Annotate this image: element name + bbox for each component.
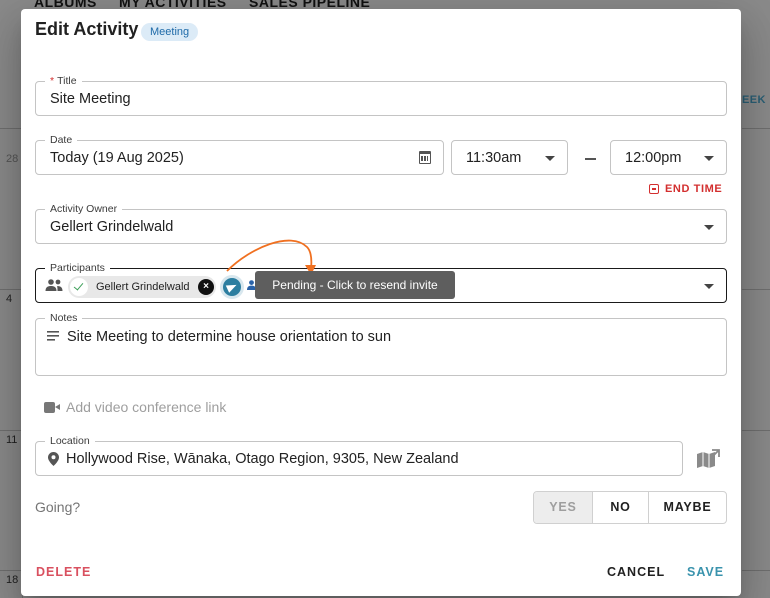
- title-field-value[interactable]: Site Meeting: [50, 91, 131, 107]
- video-camera-icon: [44, 401, 60, 413]
- date-field[interactable]: Date Today (19 Aug 2025): [35, 134, 444, 175]
- video-link-label: Add video conference link: [66, 399, 227, 415]
- dialog-title: Edit Activity: [35, 19, 139, 39]
- start-time-value[interactable]: 11:30am: [466, 150, 521, 166]
- open-map-icon[interactable]: [697, 449, 721, 469]
- end-time-value[interactable]: 12:00pm: [625, 150, 681, 166]
- title-field-label: * Title: [45, 75, 82, 87]
- end-time-label: END TIME: [665, 183, 723, 195]
- bg-day-number: 18: [6, 574, 19, 586]
- remove-end-time-button[interactable]: END TIME: [649, 183, 722, 195]
- location-pin-icon: [48, 452, 59, 466]
- bg-calendar-gridline: [0, 570, 22, 571]
- participant-chip[interactable]: Gellert Grindelwald ×: [68, 276, 216, 298]
- participant-name: Gellert Grindelwald: [96, 281, 190, 293]
- calendar-icon[interactable]: [419, 151, 431, 164]
- rsvp-yes-button[interactable]: YES: [534, 492, 592, 523]
- people-icon: [45, 279, 63, 291]
- start-time-select[interactable]: 11:30am: [451, 140, 568, 175]
- date-field-label: Date: [45, 134, 78, 146]
- chevron-down-icon[interactable]: [545, 156, 555, 161]
- chevron-down-icon[interactable]: [704, 156, 714, 161]
- notes-icon: [47, 331, 59, 341]
- going-label: Going?: [35, 499, 81, 515]
- cancel-button[interactable]: CANCEL: [607, 565, 665, 579]
- time-range-dash: [585, 158, 596, 160]
- edit-activity-dialog: Edit Activity Meeting * Title Site Meetin…: [21, 9, 741, 596]
- location-field[interactable]: Location Hollywood Rise, Wānaka, Otago R…: [35, 435, 683, 476]
- participants-field-label: Participants: [45, 262, 110, 274]
- chevron-down-icon[interactable]: [704, 225, 714, 230]
- bg-day-number: 11: [6, 434, 18, 446]
- bg-calendar-gridline: [742, 570, 770, 571]
- delete-button[interactable]: DELETE: [36, 565, 91, 579]
- notes-field-value[interactable]: Site Meeting to determine house orientat…: [67, 329, 391, 345]
- notes-field[interactable]: Notes Site Meeting to determine house or…: [35, 312, 727, 376]
- check-icon: [70, 278, 88, 296]
- chevron-down-icon[interactable]: [704, 284, 714, 289]
- date-field-value[interactable]: Today (19 Aug 2025): [50, 150, 184, 166]
- activity-owner-select[interactable]: Activity Owner Gellert Grindelwald: [35, 203, 727, 244]
- title-field[interactable]: * Title Site Meeting: [35, 75, 727, 116]
- bg-calendar-gridline: [742, 289, 770, 290]
- activity-type-chip: Meeting: [141, 23, 199, 41]
- owner-field-value[interactable]: Gellert Grindelwald: [50, 219, 173, 235]
- bg-calendar-gridline: [0, 289, 22, 290]
- remove-participant-icon[interactable]: ×: [198, 279, 214, 295]
- end-time-select[interactable]: 12:00pm: [610, 140, 727, 175]
- bg-calendar-gridline: [742, 430, 770, 431]
- bg-calendar-gridline: [0, 430, 22, 431]
- bg-day-number: 28: [6, 153, 19, 165]
- bg-day-number: 4: [6, 293, 13, 305]
- location-field-label: Location: [45, 435, 95, 447]
- bg-week-button[interactable]: EEK: [742, 94, 766, 106]
- bg-calendar-gridline: [0, 128, 22, 129]
- resend-invite-tooltip: Pending - Click to resend invite: [255, 271, 455, 299]
- minus-box-icon: [649, 184, 659, 194]
- bg-calendar-gridline: [742, 128, 770, 129]
- add-video-conference-link[interactable]: Add video conference link: [44, 399, 226, 415]
- owner-field-label: Activity Owner: [45, 203, 123, 215]
- rsvp-no-button[interactable]: NO: [592, 492, 648, 523]
- save-button[interactable]: SAVE: [687, 565, 724, 579]
- location-field-value[interactable]: Hollywood Rise, Wānaka, Otago Region, 93…: [66, 451, 459, 467]
- rsvp-maybe-button[interactable]: MAYBE: [648, 492, 726, 523]
- notes-field-label: Notes: [45, 312, 83, 324]
- rsvp-button-group: YES NO MAYBE: [533, 491, 727, 524]
